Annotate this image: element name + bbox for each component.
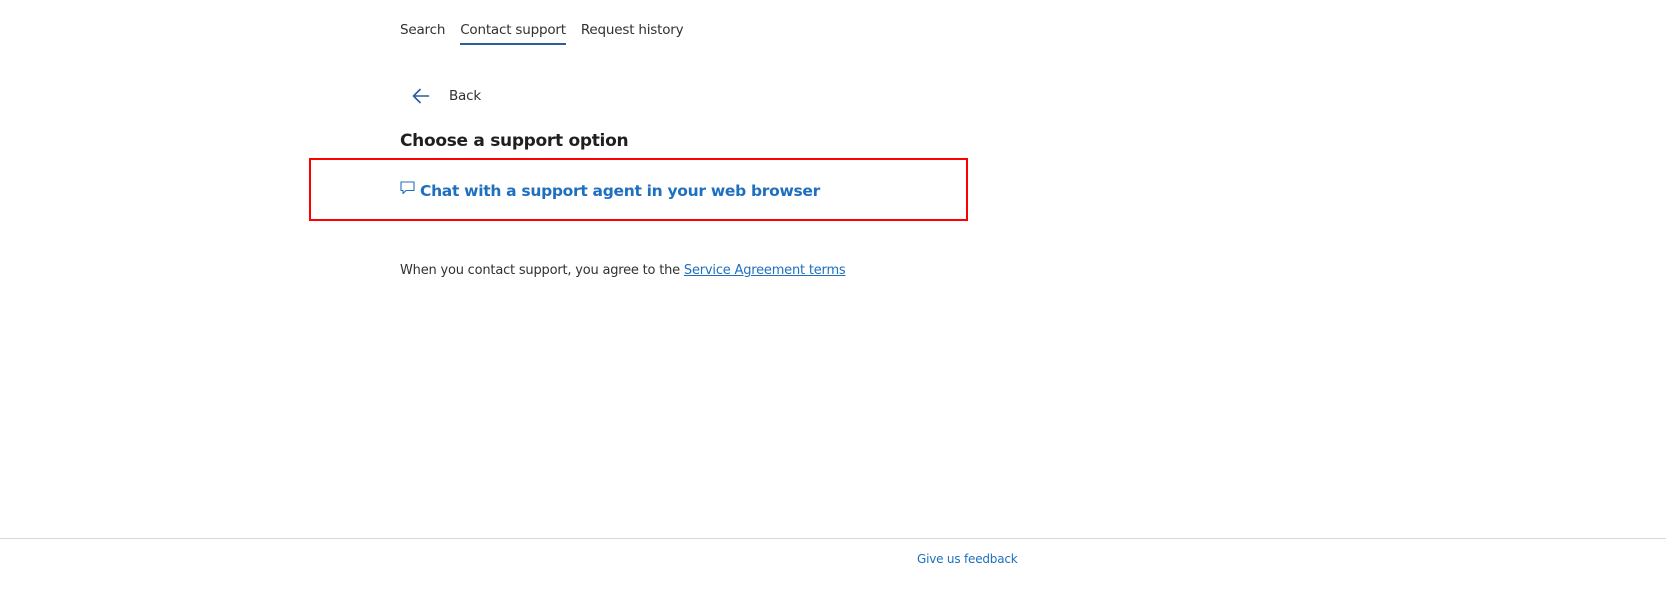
arrow-left-icon bbox=[412, 88, 430, 104]
agreement-prefix: When you contact support, you agree to t… bbox=[400, 263, 684, 278]
back-label: Back bbox=[449, 88, 481, 104]
tab-search[interactable]: Search bbox=[400, 20, 445, 45]
chat-support-option[interactable]: Chat with a support agent in your web br… bbox=[400, 181, 820, 200]
support-tabs: Search Contact support Request history bbox=[400, 20, 698, 45]
service-agreement-link[interactable]: Service Agreement terms bbox=[684, 263, 846, 278]
support-page: Search Contact support Request history B… bbox=[0, 0, 1666, 598]
back-button[interactable]: Back bbox=[412, 88, 481, 104]
page-title: Choose a support option bbox=[400, 131, 629, 151]
agreement-text: When you contact support, you agree to t… bbox=[400, 263, 846, 278]
give-feedback-link[interactable]: Give us feedback bbox=[917, 552, 1018, 566]
tab-request-history[interactable]: Request history bbox=[581, 20, 684, 45]
footer-divider bbox=[0, 538, 1666, 539]
chat-support-label: Chat with a support agent in your web br… bbox=[420, 182, 820, 200]
chat-bubble-icon bbox=[400, 181, 415, 195]
tab-contact-support[interactable]: Contact support bbox=[460, 20, 566, 45]
